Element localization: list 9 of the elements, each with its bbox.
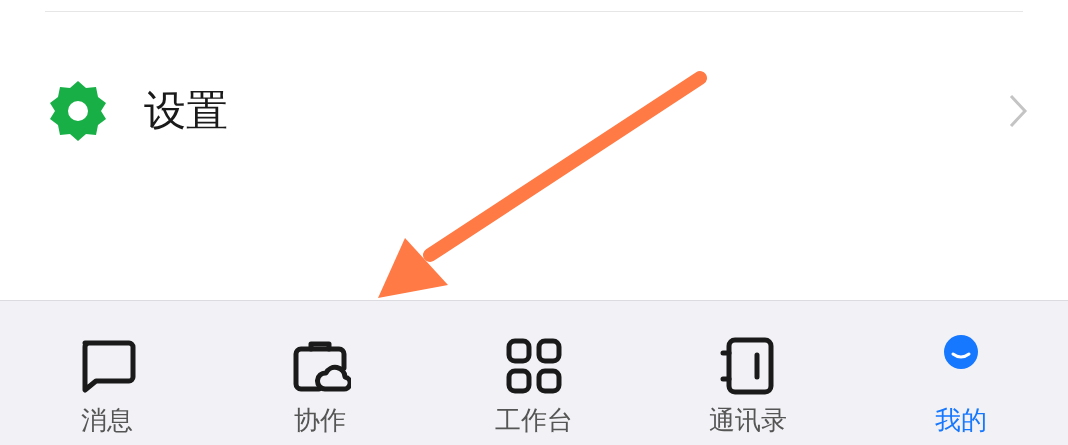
- avatar-icon: [944, 335, 979, 369]
- settings-row[interactable]: 设置: [0, 58, 1068, 163]
- tab-item[interactable]: 消息: [0, 301, 214, 445]
- tab-item[interactable]: 工作台: [427, 301, 641, 445]
- tab-item[interactable]: 通讯录: [640, 301, 855, 445]
- settings-label: 设置: [144, 89, 228, 132]
- chevron-right-icon: [1008, 92, 1028, 129]
- tab-item[interactable]: 我的: [854, 301, 1068, 445]
- tab-item[interactable]: 协作: [213, 301, 428, 445]
